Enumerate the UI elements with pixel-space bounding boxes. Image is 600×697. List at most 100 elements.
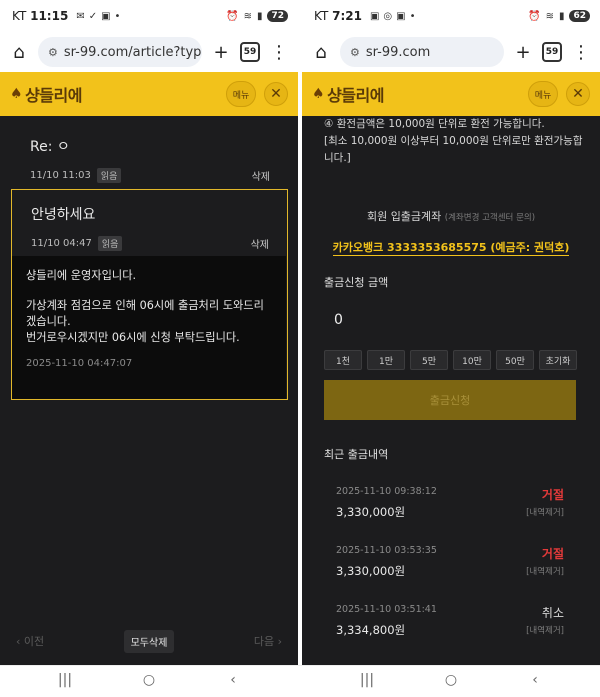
- message-timestamp: 2025-11-10 04:47:07: [26, 358, 133, 369]
- withdraw-amount-label: 출금신청 금액: [324, 276, 389, 289]
- site-logo[interactable]: ♠ 샹들리에: [10, 82, 82, 106]
- app-icon: ▣: [101, 10, 111, 22]
- menu-button[interactable]: 메뉴: [226, 81, 256, 107]
- home-icon[interactable]: ⌂: [8, 41, 30, 63]
- address-bar[interactable]: ⚙ sr-99.com: [340, 37, 504, 67]
- site-logo[interactable]: ♠ 샹들리에: [312, 82, 384, 106]
- logo-icon: ♠: [312, 86, 325, 102]
- delete-button[interactable]: 삭제: [251, 236, 269, 251]
- tab-switcher-button[interactable]: 59: [240, 42, 260, 62]
- message-icon: ✉: [76, 10, 85, 22]
- url-text: sr-99.com/article?type=: [63, 44, 202, 60]
- pagination: ‹ 이전 모두삭제 다음 ›: [0, 626, 298, 656]
- message-header: 안녕하세요 11/10 04:47 읽음 삭제: [31, 204, 269, 251]
- message-item-expanded[interactable]: 안녕하세요 11/10 04:47 읽음 삭제 샹들리에 운영자입니다. 가상계…: [11, 189, 288, 400]
- notice-line: [최소 10,000원 이상부터 10,000원 단위로만 환전가능합니다.]: [324, 135, 583, 164]
- account-info: 카카오뱅크 3333353685575 (예금주: 권덕호): [302, 236, 600, 256]
- battery-icon: 62: [569, 10, 590, 22]
- battery-icon: 72: [267, 10, 288, 22]
- history-date: 2025-11-10 03:53:35: [336, 545, 437, 556]
- account-label-text: 회원 입출금계좌: [366, 210, 442, 223]
- address-bar[interactable]: ⚙ sr-99.com/article?type=: [38, 37, 202, 67]
- status-bar: KT 11:15 ✉ ✓ ▣ • ⏰ ≋ ▮ 72: [0, 0, 298, 32]
- chip-1k-button[interactable]: 1천: [324, 350, 362, 370]
- account-label: 회원 입출금계좌 (계좌변경 고객센터 문의): [302, 208, 600, 224]
- chip-100k-button[interactable]: 10만: [453, 350, 491, 370]
- remove-history-button[interactable]: [내역제거]: [526, 565, 564, 577]
- message-date: 11/10 11:03: [30, 170, 91, 181]
- dot-icon: •: [409, 10, 416, 22]
- withdraw-amount-input[interactable]: [324, 304, 576, 336]
- reset-button[interactable]: 초기화: [539, 350, 577, 370]
- next-button[interactable]: 다음 ›: [254, 633, 282, 649]
- chip-10k-button[interactable]: 1만: [367, 350, 405, 370]
- app-icon: ◎: [383, 10, 393, 22]
- alarm-icon: ⏰: [226, 10, 239, 22]
- back-icon[interactable]: ‹: [223, 672, 243, 688]
- read-badge: 읽음: [96, 168, 122, 183]
- message-title: Re: ㅇ: [30, 139, 70, 155]
- history-row: 2025-11-10 03:51:41 3,334,800원 취소 [내역제거]: [324, 604, 576, 644]
- system-icons: ⏰ ≋ ▮ 62: [528, 10, 590, 22]
- delete-button[interactable]: 삭제: [252, 168, 270, 183]
- exchange-notice: ④ 환전금액은 10,000원 단위로 환전 가능합니다. [최소 10,000…: [324, 116, 584, 167]
- recent-apps-icon[interactable]: |||: [55, 672, 75, 688]
- logo-text: 샹들리에: [327, 86, 384, 105]
- withdraw-submit-button[interactable]: 출금신청: [324, 380, 576, 420]
- remove-history-button[interactable]: [내역제거]: [526, 624, 564, 636]
- home-button-icon[interactable]: ○: [139, 672, 159, 688]
- message-meta: 11/10 11:03 읽음 삭제: [30, 168, 270, 183]
- site-header: ♠ 샹들리에 메뉴 ✕: [302, 72, 600, 116]
- notification-icons: ✉ ✓ ▣ •: [76, 11, 120, 22]
- status-bar: KT 7:21 ▣ ◎ ▣ • ⏰ ≋ ▮ 62: [302, 0, 600, 32]
- remove-history-button[interactable]: [내역제거]: [526, 506, 564, 518]
- delete-all-button[interactable]: 모두삭제: [123, 629, 175, 653]
- close-icon[interactable]: ✕: [264, 82, 288, 106]
- alarm-icon: ⏰: [528, 10, 541, 22]
- image-icon: ▣: [369, 10, 380, 22]
- prev-button[interactable]: ‹ 이전: [16, 633, 44, 649]
- close-icon[interactable]: ✕: [566, 82, 590, 106]
- logo-text: 샹들리에: [25, 86, 82, 105]
- message-item[interactable]: Re: ㅇ 11/10 11:03 읽음 삭제: [30, 136, 270, 183]
- site-settings-icon[interactable]: ⚙: [350, 46, 360, 59]
- carrier: KT: [12, 9, 27, 23]
- new-tab-icon[interactable]: +: [210, 41, 232, 63]
- home-button-icon[interactable]: ○: [441, 672, 461, 688]
- signal-icon: ▮: [256, 10, 263, 22]
- history-amount: 3,334,800원: [336, 623, 406, 637]
- history-amount: 3,330,000원: [336, 505, 406, 519]
- history-status: 취소: [541, 606, 564, 620]
- home-icon[interactable]: ⌂: [310, 41, 332, 63]
- history-row: 2025-11-10 03:53:35 3,330,000원 거절 [내역제거]: [324, 545, 576, 585]
- history-date: 2025-11-10 03:51:41: [336, 604, 437, 615]
- site-settings-icon[interactable]: ⚙: [48, 46, 58, 59]
- recent-withdrawals-label: 최근 출금내역: [324, 448, 389, 461]
- message-title: 안녕하세요: [31, 207, 96, 223]
- chip-50k-button[interactable]: 5만: [410, 350, 448, 370]
- read-badge: 읽음: [97, 236, 123, 251]
- browser-toolbar: ⌂ ⚙ sr-99.com/article?type= + 59 ⋮: [0, 32, 298, 72]
- system-icons: ⏰ ≋ ▮ 72: [226, 10, 288, 22]
- history-amount: 3,330,000원: [336, 564, 406, 578]
- message-line: 가상계좌 점검으로 인해 06시에 출금처리 도와드리겠습니다.: [26, 299, 264, 328]
- app-icon: ▣: [396, 10, 406, 22]
- recent-apps-icon[interactable]: |||: [357, 672, 377, 688]
- dot-icon: •: [114, 10, 121, 22]
- url-text: sr-99.com: [365, 44, 431, 60]
- history-date: 2025-11-10 09:38:12: [336, 486, 437, 497]
- site-header: ♠ 샹들리에 메뉴 ✕: [0, 72, 298, 116]
- more-menu-icon[interactable]: ⋮: [268, 41, 290, 63]
- more-menu-icon[interactable]: ⋮: [570, 41, 592, 63]
- new-tab-icon[interactable]: +: [512, 41, 534, 63]
- message-line: 샹들리에 운영자입니다.: [26, 269, 137, 282]
- left-phone-screen: KT 11:15 ✉ ✓ ▣ • ⏰ ≋ ▮ 72 ⌂ ⚙ sr-99.com/…: [0, 0, 298, 665]
- signal-icon: ▮: [558, 10, 565, 22]
- logo-icon: ♠: [10, 86, 23, 102]
- menu-button[interactable]: 메뉴: [528, 81, 558, 107]
- tab-switcher-button[interactable]: 59: [542, 42, 562, 62]
- back-icon[interactable]: ‹: [525, 672, 545, 688]
- chip-500k-button[interactable]: 50만: [496, 350, 534, 370]
- account-change-hint: (계좌변경 고객센터 문의): [444, 213, 536, 223]
- wifi-icon: ≋: [243, 10, 252, 22]
